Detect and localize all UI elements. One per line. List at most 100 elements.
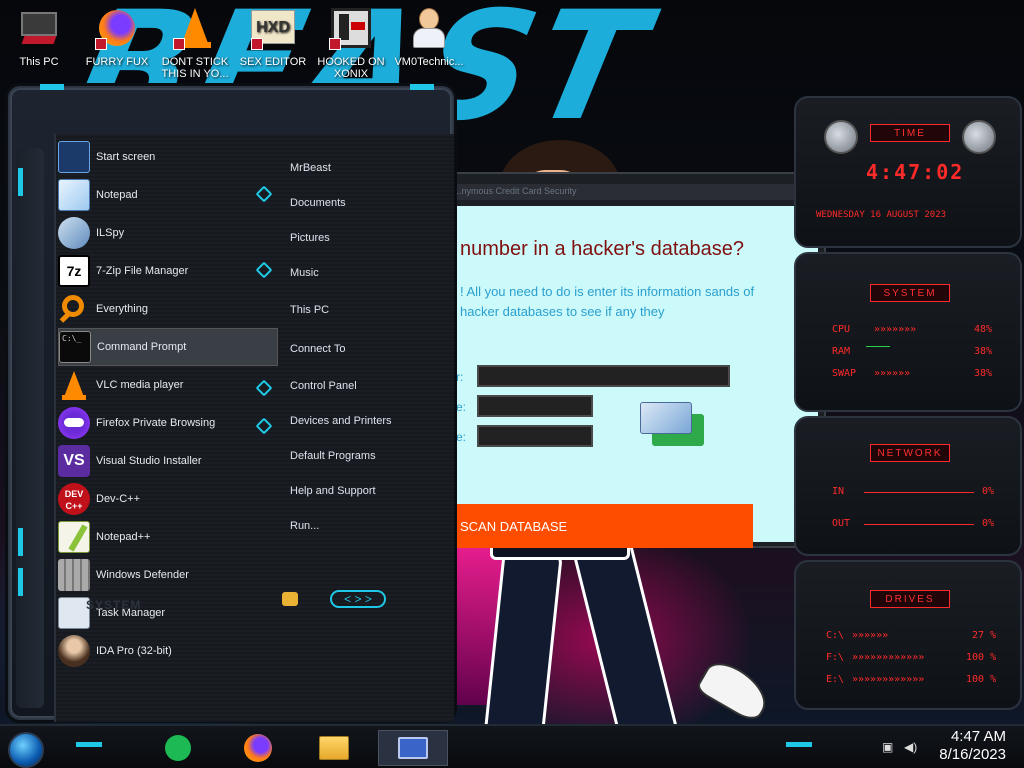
place-mrbeast[interactable]: MrBeast <box>290 150 440 185</box>
window-content: number in a hacker's database? ! All you… <box>456 206 818 548</box>
spotify-icon <box>165 735 191 761</box>
desktop-icon-furry-fux[interactable]: FURRY FUX <box>78 4 156 68</box>
app-everything[interactable]: Everything <box>58 290 278 328</box>
credit-card-security-window: ...nymous Credit Card Security number in… <box>440 172 826 548</box>
desktop-icon-sex-editor[interactable]: HXD SEX EDITOR <box>234 4 312 68</box>
app-vlc[interactable]: VLC media player <box>58 366 278 404</box>
cmd-icon: C:\_ <box>59 331 91 363</box>
app-7zip[interactable]: 7z 7-Zip File Manager <box>58 252 278 290</box>
place-run[interactable]: Run... <box>290 508 440 543</box>
place-documents[interactable]: Documents <box>290 185 440 220</box>
cvv-label: e: <box>456 430 467 444</box>
firefox-icon <box>95 6 139 50</box>
search-icon <box>58 293 90 325</box>
drives-gadget: DRIVES C:\ »»»»»» 27 % F:\ »»»»»»»»»»»» … <box>794 560 1022 710</box>
net-in-value: 0% <box>982 486 995 497</box>
gadget-clock: 4:47:02 <box>866 160 965 184</box>
card-number-input[interactable] <box>477 365 730 387</box>
place-default-programs[interactable]: Default Programs <box>290 438 440 473</box>
ilspy-icon <box>58 217 90 249</box>
ida-icon <box>58 635 90 667</box>
place-pictures[interactable]: Pictures <box>290 220 440 255</box>
volume-icon[interactable]: ◀) <box>904 740 918 754</box>
desktop-icon-this-pc[interactable]: This PC <box>0 4 78 68</box>
drive-f-label: F:\ <box>826 652 845 663</box>
vlc-icon <box>173 6 217 50</box>
place-this-pc[interactable]: This PC <box>290 290 440 329</box>
taskbar-file-explorer-button[interactable] <box>314 730 354 766</box>
swap-value: 38% <box>974 368 993 379</box>
place-connect-to[interactable]: Connect To <box>290 329 440 368</box>
cpu-value: 48% <box>974 324 993 335</box>
window-title: ...nymous Credit Card Security <box>454 186 577 196</box>
place-help-support[interactable]: Help and Support <box>290 473 440 508</box>
app-devcpp[interactable]: DEV C++ Dev-C++ <box>58 480 278 518</box>
credit-card-icon <box>640 402 706 446</box>
card-number-label: r: <box>456 370 464 384</box>
notepadpp-icon <box>58 521 90 553</box>
visual-studio-icon: VS <box>58 445 90 477</box>
scan-database-button[interactable]: SCAN DATABASE <box>456 504 753 548</box>
app-command-prompt[interactable]: C:\_ Command Prompt <box>58 328 278 366</box>
system-gadget: SYSTEM CPU »»»»»»» 48% RAM 38% SWAP »»»»… <box>794 252 1022 412</box>
expiry-input[interactable] <box>477 395 593 417</box>
place-music[interactable]: Music <box>290 255 440 290</box>
start-menu-nav-arrows[interactable]: < > > <box>330 590 386 608</box>
app-window-icon <box>398 737 428 759</box>
system-gadget-title: SYSTEM <box>870 284 950 302</box>
time-gadget-title: TIME <box>870 124 950 142</box>
ram-value: 38% <box>974 346 993 357</box>
desktop-icon-vm0technic[interactable]: VM0Technic... <box>390 4 468 68</box>
computer-icon <box>17 6 61 50</box>
place-control-panel[interactable]: Control Panel <box>290 368 440 403</box>
cpu-label: CPU <box>832 324 851 335</box>
net-in-label: IN <box>832 486 845 497</box>
app-notepadpp[interactable]: Notepad++ <box>58 518 278 556</box>
start-screen-icon <box>58 141 90 173</box>
window-headline: number in a hacker's database? <box>460 238 744 260</box>
drive-e-label: E:\ <box>826 674 845 685</box>
power-icon[interactable] <box>282 592 298 606</box>
start-menu-places: MrBeast Documents Pictures Music This PC… <box>290 150 440 543</box>
hxd-icon: HXD <box>251 6 295 50</box>
app-notepad[interactable]: Notepad <box>58 176 278 214</box>
firefox-private-icon <box>58 407 90 439</box>
place-devices-printers[interactable]: Devices and Printers <box>290 403 440 438</box>
start-menu-system-label: SYSTEM <box>86 598 142 612</box>
ram-label: RAM <box>832 346 851 357</box>
app-start-screen[interactable]: Start screen <box>58 138 278 176</box>
devcpp-icon: DEV C++ <box>58 483 90 515</box>
alien-logo-icon <box>824 120 858 154</box>
taskbar-spotify-button[interactable] <box>158 730 198 766</box>
network-tray-icon[interactable]: ▣ <box>882 740 896 754</box>
start-orb-button[interactable] <box>8 732 44 768</box>
app-visual-studio-installer[interactable]: VS Visual Studio Installer <box>58 442 278 480</box>
window-titlebar[interactable]: ...nymous Credit Card Security <box>454 184 814 200</box>
app-windows-defender[interactable]: Windows Defender <box>58 556 278 594</box>
window-subtext: ! All you need to do is enter its inform… <box>460 284 755 319</box>
taskbar-app-window-button[interactable] <box>378 730 448 766</box>
drive-f-value: 100 % <box>966 652 997 663</box>
start-menu-app-list: Start screen Notepad ILSpy 7z 7-Zip File… <box>58 138 278 670</box>
taskbar-time: 4:47 AM <box>950 728 1006 745</box>
app-ilspy[interactable]: ILSpy <box>58 214 278 252</box>
notepad-icon <box>58 179 90 211</box>
vlc-icon <box>58 369 90 401</box>
drive-c-label: C:\ <box>826 630 845 641</box>
defender-icon <box>58 559 90 591</box>
taskbar-firefox-button[interactable] <box>238 730 278 766</box>
network-gadget: NETWORK IN 0% OUT 0% <box>794 416 1022 556</box>
app-firefox-private[interactable]: Firefox Private Browsing <box>58 404 278 442</box>
time-gadget: TIME 4:47:02 WEDNESDAY 16 AUGUST 2023 <box>794 96 1022 248</box>
desktop-icon-xonix[interactable]: HOOKED ON XONIX <box>312 4 390 80</box>
folder-icon <box>319 736 349 760</box>
desktop-icon-dont-stick[interactable]: DONT STICK THIS IN YO... <box>156 4 234 80</box>
expiry-label: e: <box>456 400 467 414</box>
taskbar-date: 8/16/2023 <box>939 746 1006 763</box>
network-gadget-title: NETWORK <box>870 444 950 462</box>
taskbar-clock[interactable]: 4:47 AM 8/16/2023 <box>939 728 1006 764</box>
app-ida-pro[interactable]: IDA Pro (32-bit) <box>58 632 278 670</box>
cvv-input[interactable] <box>477 425 593 447</box>
firefox-icon <box>244 734 272 762</box>
net-out-value: 0% <box>982 518 995 529</box>
